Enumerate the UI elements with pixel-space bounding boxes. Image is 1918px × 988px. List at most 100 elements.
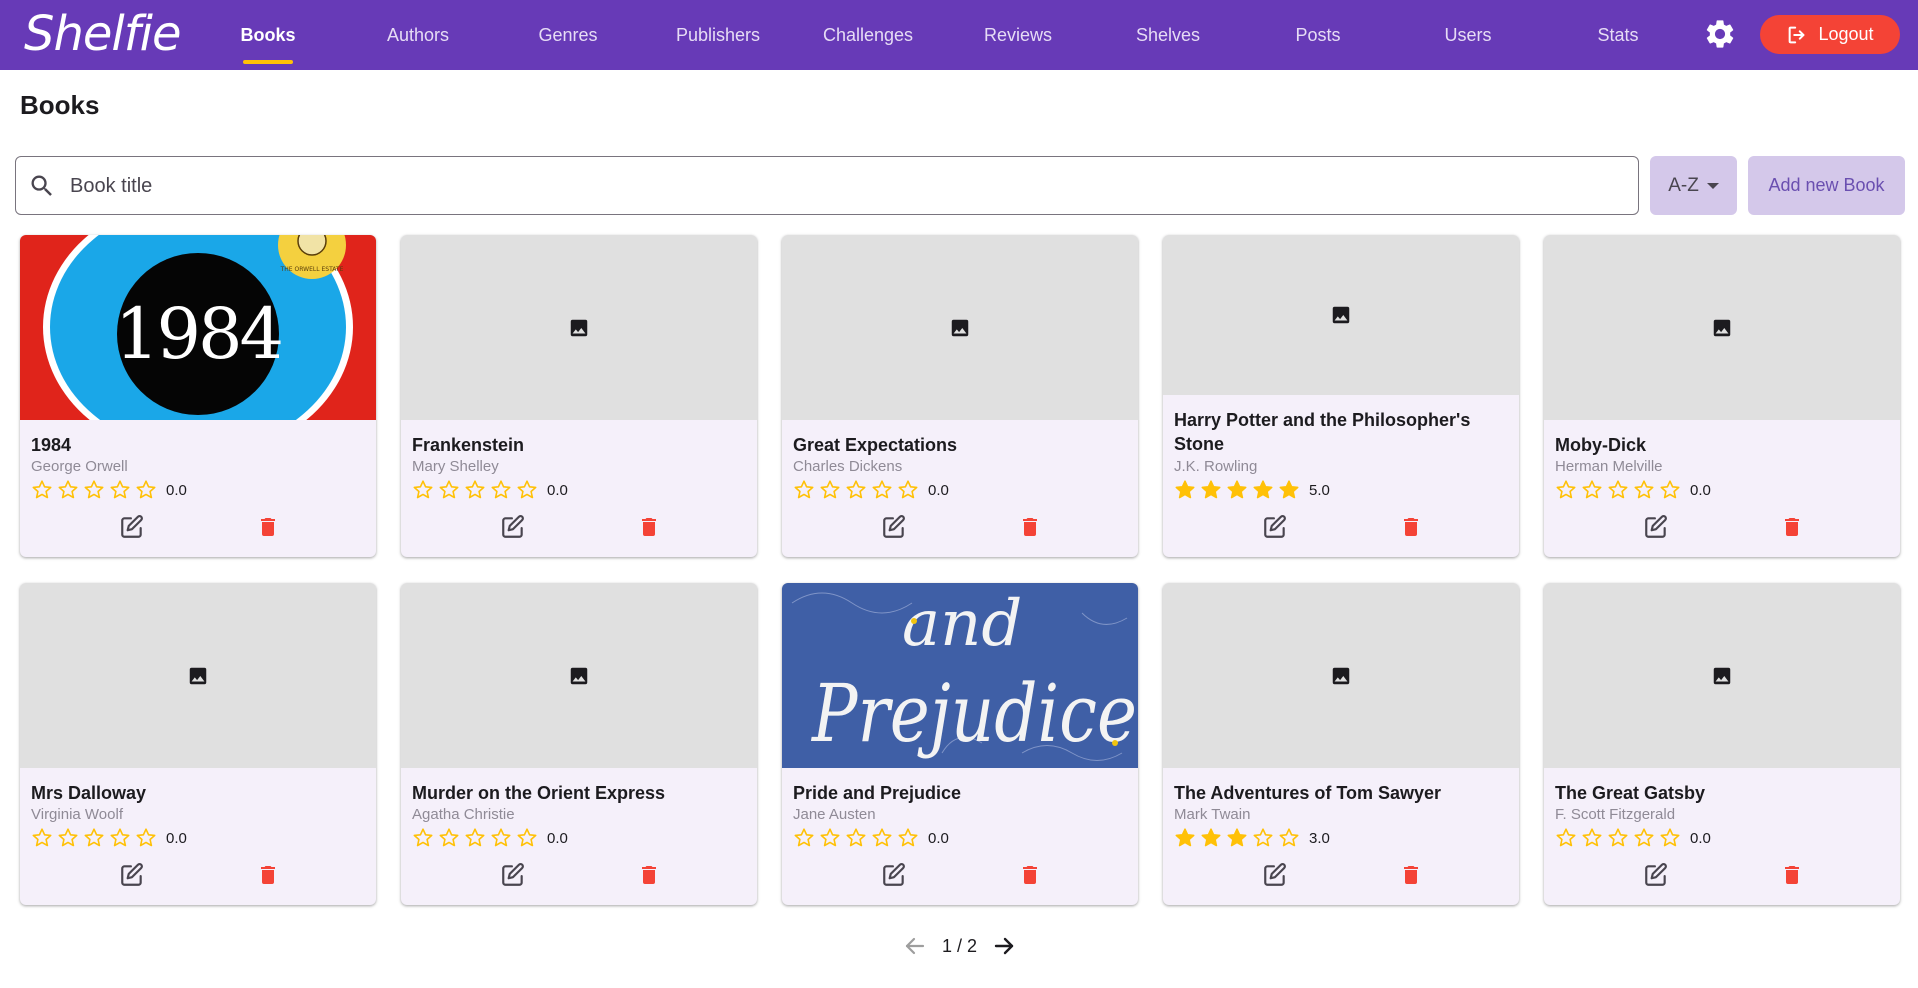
book-card[interactable]: Moby-Dick Herman Melville 0.0: [1544, 235, 1900, 557]
edit-book-button[interactable]: [115, 858, 149, 892]
edit-icon: [883, 863, 905, 886]
book-rating: 0.0: [411, 478, 568, 502]
book-rating: 0.0: [1554, 478, 1711, 502]
next-page-button[interactable]: [989, 931, 1019, 961]
book-cover: 1984 THE ORWELL ESTATE: [20, 235, 376, 420]
edit-book-button[interactable]: [877, 510, 911, 544]
nav-tab-users[interactable]: Users: [1393, 0, 1543, 70]
search-input[interactable]: [70, 167, 1610, 205]
star-outline-icon: [58, 828, 78, 847]
image-placeholder-icon: [1713, 319, 1731, 336]
delete-book-button[interactable]: [251, 510, 285, 544]
delete-book-button[interactable]: [1775, 858, 1809, 892]
star-filled-icon: [1175, 828, 1195, 847]
nav-tab-publishers[interactable]: Publishers: [643, 0, 793, 70]
book-rating: 3.0: [1173, 826, 1330, 850]
book-author: Virginia Woolf: [31, 806, 123, 823]
book-card[interactable]: Mrs Dalloway Virginia Woolf 0.0: [20, 583, 376, 905]
star-outline-icon: [110, 828, 130, 847]
delete-book-button[interactable]: [1013, 510, 1047, 544]
book-title: Moby-Dick: [1555, 435, 1647, 455]
delete-book-button[interactable]: [1394, 858, 1428, 892]
edit-book-button[interactable]: [1639, 858, 1673, 892]
book-cover: [1163, 235, 1519, 395]
edit-icon: [883, 515, 905, 538]
star-outline-icon: [439, 480, 459, 499]
add-book-button[interactable]: Add new Book: [1748, 156, 1905, 215]
book-title: Pride and Prejudice: [793, 783, 962, 803]
delete-book-button[interactable]: [1394, 510, 1428, 544]
edit-book-button[interactable]: [877, 858, 911, 892]
delete-book-button[interactable]: [1775, 510, 1809, 544]
prev-page-button[interactable]: [900, 931, 930, 961]
logout-button[interactable]: Logout: [1760, 15, 1900, 54]
star-outline-icon: [898, 828, 918, 847]
book-card[interactable]: Frankenstein Mary Shelley 0.0: [401, 235, 757, 557]
book-card[interactable]: The Great Gatsby F. Scott Fitzgerald 0.0: [1544, 583, 1900, 905]
image-placeholder-icon: [189, 667, 207, 684]
sort-label: A-Z: [1668, 174, 1699, 196]
trash-icon: [642, 518, 656, 536]
book-card[interactable]: Harry Potter and the Philosopher's Stone…: [1163, 235, 1519, 557]
book-author: George Orwell: [31, 458, 128, 475]
nav-tab-posts[interactable]: Posts: [1243, 0, 1393, 70]
book-card[interactable]: Murder on the Orient Express Agatha Chris…: [401, 583, 757, 905]
book-card[interactable]: and Prejudice Pride and Prejudice Jane Aust…: [782, 583, 1138, 905]
image-placeholder-icon: [570, 319, 588, 336]
delete-book-button[interactable]: [251, 858, 285, 892]
book-author: Mary Shelley: [412, 458, 499, 475]
book-rating: 0.0: [30, 826, 187, 850]
rating-stars: [411, 478, 539, 502]
sort-dropdown[interactable]: A-Z: [1650, 156, 1737, 215]
nav-tab-authors[interactable]: Authors: [343, 0, 493, 70]
delete-book-button[interactable]: [632, 858, 666, 892]
settings-button[interactable]: [1700, 14, 1740, 54]
book-card[interactable]: Great Expectations Charles Dickens 0.0: [782, 235, 1138, 557]
caret-down-icon: [1706, 182, 1719, 189]
nav-tab-genres[interactable]: Genres: [493, 0, 643, 70]
active-tab-indicator: [243, 60, 293, 64]
star-outline-icon: [413, 480, 433, 499]
trash-icon: [1404, 866, 1418, 884]
app-logo[interactable]: Shelfie: [24, 6, 182, 62]
star-outline-icon: [465, 480, 485, 499]
rating-stars: [1554, 826, 1682, 850]
rating-stars: [30, 826, 158, 850]
nav-tab-books[interactable]: Books: [193, 0, 343, 70]
top-app-bar: Shelfie Books Authors Genres Publishers Chal…: [0, 0, 1918, 70]
delete-book-button[interactable]: [1013, 858, 1047, 892]
star-outline-icon: [872, 828, 892, 847]
book-card[interactable]: The Adventures of Tom Sawyer Mark Twain 3.…: [1163, 583, 1519, 905]
edit-book-button[interactable]: [1258, 510, 1292, 544]
star-outline-icon: [846, 828, 866, 847]
nav-tab-reviews[interactable]: Reviews: [943, 0, 1093, 70]
edit-book-button[interactable]: [496, 858, 530, 892]
cover-title-text: 1984: [115, 293, 282, 375]
star-outline-icon: [413, 828, 433, 847]
book-rating: 0.0: [792, 478, 949, 502]
book-rating: 0.0: [411, 826, 568, 850]
search-field[interactable]: [15, 156, 1639, 215]
edit-book-button[interactable]: [1639, 510, 1673, 544]
cover-text-and: and: [902, 587, 1022, 661]
book-cover: [1544, 583, 1900, 768]
delete-book-button[interactable]: [632, 510, 666, 544]
star-filled-icon: [1201, 828, 1221, 847]
nav-tab-shelves[interactable]: Shelves: [1093, 0, 1243, 70]
book-cover: [401, 583, 757, 768]
nav-tab-challenges[interactable]: Challenges: [793, 0, 943, 70]
image-placeholder-icon: [1713, 667, 1731, 684]
star-filled-icon: [1201, 480, 1221, 499]
trash-icon: [1785, 866, 1799, 884]
edit-book-button[interactable]: [496, 510, 530, 544]
trash-icon: [1023, 866, 1037, 884]
nav-tab-label: Users: [1444, 25, 1492, 45]
star-outline-icon: [1660, 480, 1680, 499]
edit-icon: [121, 515, 143, 538]
edit-book-button[interactable]: [1258, 858, 1292, 892]
rating-stars: [1173, 478, 1301, 502]
edit-icon: [1645, 515, 1667, 538]
nav-tab-stats[interactable]: Stats: [1543, 0, 1693, 70]
edit-book-button[interactable]: [115, 510, 149, 544]
book-card[interactable]: 1984 THE ORWELL ESTATE 1984 George Orwell 0.…: [20, 235, 376, 557]
